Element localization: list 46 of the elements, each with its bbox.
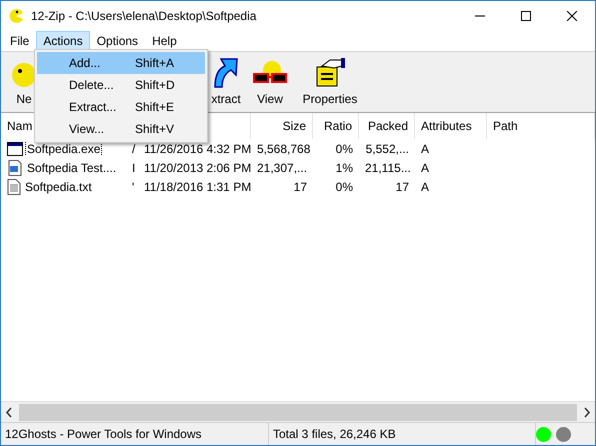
table-cell-text: /: [131, 142, 136, 156]
scrollbar-thumb[interactable]: [19, 404, 577, 420]
column-header[interactable]: Path: [487, 113, 595, 139]
menu-item[interactable]: Actions: [36, 31, 90, 51]
close-icon[interactable]: [567, 11, 577, 21]
status-summary: Total 3 files, 26,246 KB: [269, 423, 536, 445]
table-cell-text: 17: [394, 180, 410, 194]
table-cell-text: 21,115...: [364, 160, 412, 174]
window-file-icon: [7, 142, 23, 156]
file-name-cell: Softpedia.txt: [1, 178, 126, 194]
app-icon: [7, 8, 25, 24]
table-cell-text: A: [420, 160, 430, 174]
minimize-icon[interactable]: [475, 15, 485, 17]
table-cell-text: 11/26/2016 4:32 PM: [143, 142, 251, 156]
table-cell-text: 11/18/2016 1:31 PM: [143, 180, 251, 194]
table-cell-text: A: [420, 180, 430, 194]
column-header[interactable]: Ratio: [313, 113, 359, 139]
menu-option[interactable]: View... Shift+V: [37, 118, 205, 140]
file-name-cell: Softpedia Test....: [1, 160, 126, 176]
window-title: 12-Zip - C:\Users\elena\Desktop\Softpedia: [31, 9, 258, 23]
table-cell-text: 11/20/2013 2:06 PM: [143, 160, 251, 174]
text-file-icon: [7, 178, 21, 194]
column-header[interactable]: Packed: [359, 113, 415, 139]
menu-item[interactable]: Help: [145, 31, 184, 51]
table-cell-text: A: [420, 142, 430, 156]
table-cell-text: 1%: [334, 160, 354, 174]
table-cell-text: 0%: [334, 142, 354, 156]
maximize-icon[interactable]: [521, 11, 531, 21]
table-cell-text: 5,552,...: [364, 142, 410, 156]
table-cell-text: 21,307,...: [256, 160, 308, 174]
table-cell-text: ': [131, 180, 136, 194]
table-cell-text: I: [131, 160, 136, 174]
menu-item[interactable]: File: [3, 31, 36, 51]
arrow-icon: [214, 58, 238, 88]
table-cell-text: 0%: [334, 180, 354, 194]
table-cell-text: 5,568,768: [256, 142, 312, 156]
status-text: 12Ghosts - Power Tools for Windows: [1, 423, 269, 445]
table-cell-text: 17: [292, 180, 308, 194]
document-icon: [7, 160, 23, 176]
document-hand-icon: [314, 58, 346, 88]
column-header[interactable]: Size: [251, 113, 313, 139]
toolbar-button[interactable]: Properties: [286, 52, 374, 112]
menu-item[interactable]: Options: [90, 31, 146, 51]
toolbar-button[interactable]: View: [254, 52, 286, 112]
menu-option[interactable]: Add... Shift+A: [37, 52, 205, 74]
column-header[interactable]: Attributes: [415, 113, 487, 139]
